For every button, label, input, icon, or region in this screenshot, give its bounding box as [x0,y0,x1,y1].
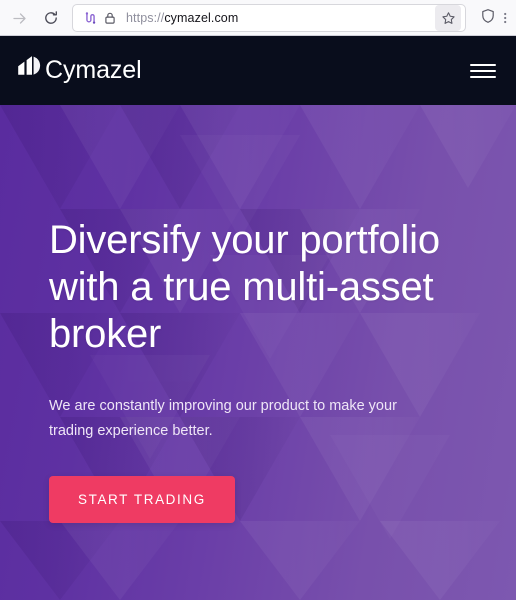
toolbar-divider [0,35,516,36]
forward-button[interactable] [4,4,34,32]
hamburger-menu-icon[interactable] [470,60,496,82]
url-text[interactable]: https://cymazel.com [120,11,435,25]
overflow-menu-clipped[interactable] [504,4,512,32]
url-host: cymazel.com [164,11,239,25]
lock-icon[interactable] [100,8,120,28]
url-scheme: https:// [126,11,165,25]
forward-arrow-icon [11,10,28,27]
hero-subtitle: We are constantly improving our product … [49,398,397,440]
hamburger-line [470,63,496,66]
brand-logo[interactable]: Cymazel [14,53,142,88]
tracking-protection-button[interactable] [474,4,502,32]
site-navbar: Cymazel [0,36,516,105]
bookmark-star-icon[interactable] [435,5,461,31]
hero-content: Diversify your portfolio with a true mul… [0,105,516,524]
start-trading-button[interactable]: START TRADING [49,476,235,524]
url-bar[interactable]: https://cymazel.com [72,4,466,32]
logo-mark-icon [14,53,44,88]
reload-button[interactable] [36,4,66,32]
reload-icon [43,10,59,26]
hamburger-line [470,69,496,72]
hero-title: Diversify your portfolio with a true mul… [49,218,440,356]
hamburger-line [470,75,496,78]
extension-icon[interactable] [80,8,100,28]
hero-section: Diversify your portfolio with a true mul… [0,105,516,600]
browser-toolbar: https://cymazel.com [0,0,516,36]
brand-name: Cymazel [45,56,142,84]
shield-icon [480,8,496,29]
